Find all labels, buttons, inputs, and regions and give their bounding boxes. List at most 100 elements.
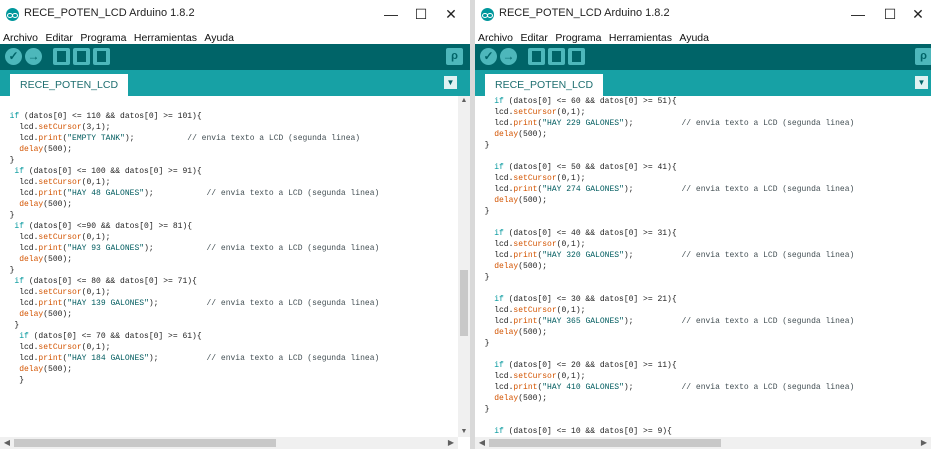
code-line: } — [0, 321, 20, 330]
upload-arrow-icon[interactable]: → — [500, 48, 517, 65]
scroll-right-arrow-icon[interactable]: ▶ — [919, 437, 929, 449]
close-button[interactable]: ✕ — [903, 2, 931, 26]
scroll-left-arrow-icon[interactable]: ◀ — [2, 437, 12, 449]
save-file-icon[interactable] — [93, 48, 110, 65]
code-line: lcd.print("EMPTY TANK"); // envia texto … — [19, 134, 361, 143]
code-line: if (datos[0] <= 100 && datos[0] >= 91){ — [14, 167, 202, 176]
code-line: if (datos[0] <=90 && datos[0] >= 81){ — [14, 222, 193, 231]
code-line: delay(500); — [494, 262, 548, 271]
verify-check-icon[interactable]: ✓ — [5, 48, 22, 65]
menu-bar: Archivo Editar Programa Herramientas Ayu… — [475, 28, 931, 44]
code-line: } — [0, 376, 25, 385]
toolbar: ✓ → ρ — [475, 44, 931, 70]
tab-menu-dropdown-icon[interactable]: ▼ — [915, 76, 928, 89]
ide-window-left: RECE_POTEN_LCD Arduino 1.8.2 — ☐ ✕ Archi… — [0, 0, 470, 449]
vertical-scroll-thumb[interactable] — [460, 270, 468, 336]
code-line: lcd.setCursor(0,1); — [494, 240, 586, 249]
code-line: if (datos[0] <= 20 && datos[0] >= 11){ — [494, 361, 677, 370]
code-line: lcd.setCursor(0,1); — [494, 372, 586, 381]
code-line: } — [475, 273, 490, 282]
code-line: lcd.print("HAY 320 GALONES"); // envia t… — [494, 251, 855, 260]
horizontal-scrollbar[interactable]: ◀ ▶ — [0, 437, 458, 449]
code-line: if (datos[0] <= 10 && datos[0] >= 9){ — [494, 427, 672, 436]
code-line: lcd.print("HAY 139 GALONES"); // envia t… — [19, 299, 380, 308]
code-line: if (datos[0] <= 110 && datos[0] >= 101){ — [9, 112, 202, 121]
horizontal-scrollbar[interactable]: ◀ ▶ — [475, 437, 931, 449]
serial-monitor-icon[interactable]: ρ — [915, 48, 931, 65]
tab-bar: RECE_POTEN_LCD ▼ — [0, 70, 470, 96]
minimize-button[interactable]: — — [843, 2, 873, 26]
code-line: lcd.print("HAY 365 GALONES"); // envia t… — [494, 317, 855, 326]
code-line: } — [475, 141, 490, 150]
tab-menu-dropdown-icon[interactable]: ▼ — [444, 76, 457, 89]
code-line: delay(500); — [494, 394, 548, 403]
close-button[interactable]: ✕ — [436, 2, 466, 26]
scroll-down-arrow-icon[interactable]: ▼ — [458, 427, 470, 437]
code-line: delay(500); — [19, 365, 73, 374]
code-line: } — [0, 211, 15, 220]
code-line: lcd.print("HAY 410 GALONES"); // envia t… — [494, 383, 855, 392]
code-line: } — [475, 405, 490, 414]
menu-bar: Archivo Editar Programa Herramientas Ayu… — [0, 28, 470, 44]
code-line: if (datos[0] <= 40 && datos[0] >= 31){ — [494, 229, 677, 238]
code-line: if (datos[0] <= 50 && datos[0] >= 41){ — [494, 163, 677, 172]
ide-window-right: RECE_POTEN_LCD Arduino 1.8.2 — ☐ ✕ Archi… — [475, 0, 931, 449]
code-line: lcd.print("HAY 184 GALONES"); // envia t… — [19, 354, 380, 363]
code-line: delay(500); — [19, 145, 73, 154]
code-line: lcd.setCursor(3,1); — [19, 123, 111, 132]
open-file-icon[interactable] — [548, 48, 565, 65]
code-line: lcd.setCursor(0,1); — [19, 178, 111, 187]
code-line: lcd.setCursor(0,1); — [19, 233, 111, 242]
tab-bar: RECE_POTEN_LCD ▼ — [475, 70, 931, 96]
open-file-icon[interactable] — [73, 48, 90, 65]
code-line: } — [475, 207, 490, 216]
code-line: lcd.print("HAY 274 GALONES"); // envia t… — [494, 185, 855, 194]
maximize-button[interactable]: ☐ — [875, 2, 905, 26]
code-line: lcd.setCursor(0,1); — [494, 174, 586, 183]
code-line: lcd.setCursor(0,1); — [494, 108, 586, 117]
tab-sketch[interactable]: RECE_POTEN_LCD — [485, 74, 604, 96]
verify-check-icon[interactable]: ✓ — [480, 48, 497, 65]
serial-monitor-icon[interactable]: ρ — [446, 48, 463, 65]
code-line: lcd.print("HAY 229 GALONES"); // envia t… — [494, 119, 855, 128]
code-line: delay(500); — [19, 255, 73, 264]
code-line: lcd.setCursor(0,1); — [19, 343, 111, 352]
code-line: delay(500); — [19, 200, 73, 209]
code-line: delay(500); — [19, 310, 73, 319]
code-line: } — [0, 156, 15, 165]
new-file-icon[interactable] — [53, 48, 70, 65]
code-line: lcd.setCursor(0,1); — [494, 306, 586, 315]
horizontal-scroll-thumb[interactable] — [14, 439, 276, 447]
code-line: lcd.print("HAY 93 GALONES"); // envia te… — [19, 244, 380, 253]
window-title: RECE_POTEN_LCD Arduino 1.8.2 — [499, 7, 670, 19]
new-file-icon[interactable] — [528, 48, 545, 65]
save-file-icon[interactable] — [568, 48, 585, 65]
scroll-up-arrow-icon[interactable]: ▲ — [458, 96, 470, 106]
code-line: if (datos[0] <= 70 && datos[0] >= 61){ — [19, 332, 202, 341]
code-line: } — [0, 266, 15, 275]
code-editor[interactable]: if (datos[0] <= 60 && datos[0] >= 51){ l… — [475, 96, 931, 449]
code-line: delay(500); — [494, 196, 548, 205]
code-line: if (datos[0] <= 80 && datos[0] >= 71){ — [14, 277, 197, 286]
scroll-right-arrow-icon[interactable]: ▶ — [446, 437, 456, 449]
arduino-logo-icon — [6, 8, 19, 21]
code-editor[interactable]: if (datos[0] <= 110 && datos[0] >= 101){… — [0, 96, 458, 449]
maximize-button[interactable]: ☐ — [406, 2, 436, 26]
horizontal-scroll-thumb[interactable] — [489, 439, 721, 447]
code-line: lcd.setCursor(0,1); — [19, 288, 111, 297]
vertical-scrollbar[interactable]: ▲ ▼ — [458, 96, 470, 437]
code-line: lcd.print("HAY 48 GALONES"); // envia te… — [19, 189, 380, 198]
minimize-button[interactable]: — — [376, 2, 406, 26]
code-line: if (datos[0] <= 30 && datos[0] >= 21){ — [494, 295, 677, 304]
upload-arrow-icon[interactable]: → — [25, 48, 42, 65]
title-bar: RECE_POTEN_LCD Arduino 1.8.2 — ☐ ✕ — [475, 0, 931, 28]
tab-sketch[interactable]: RECE_POTEN_LCD — [10, 74, 129, 96]
code-line: delay(500); — [494, 328, 548, 337]
scroll-left-arrow-icon[interactable]: ◀ — [477, 437, 487, 449]
code-text: if (datos[0] <= 60 && datos[0] >= 51){ l… — [475, 96, 931, 437]
toolbar: ✓ → ρ — [0, 44, 470, 70]
